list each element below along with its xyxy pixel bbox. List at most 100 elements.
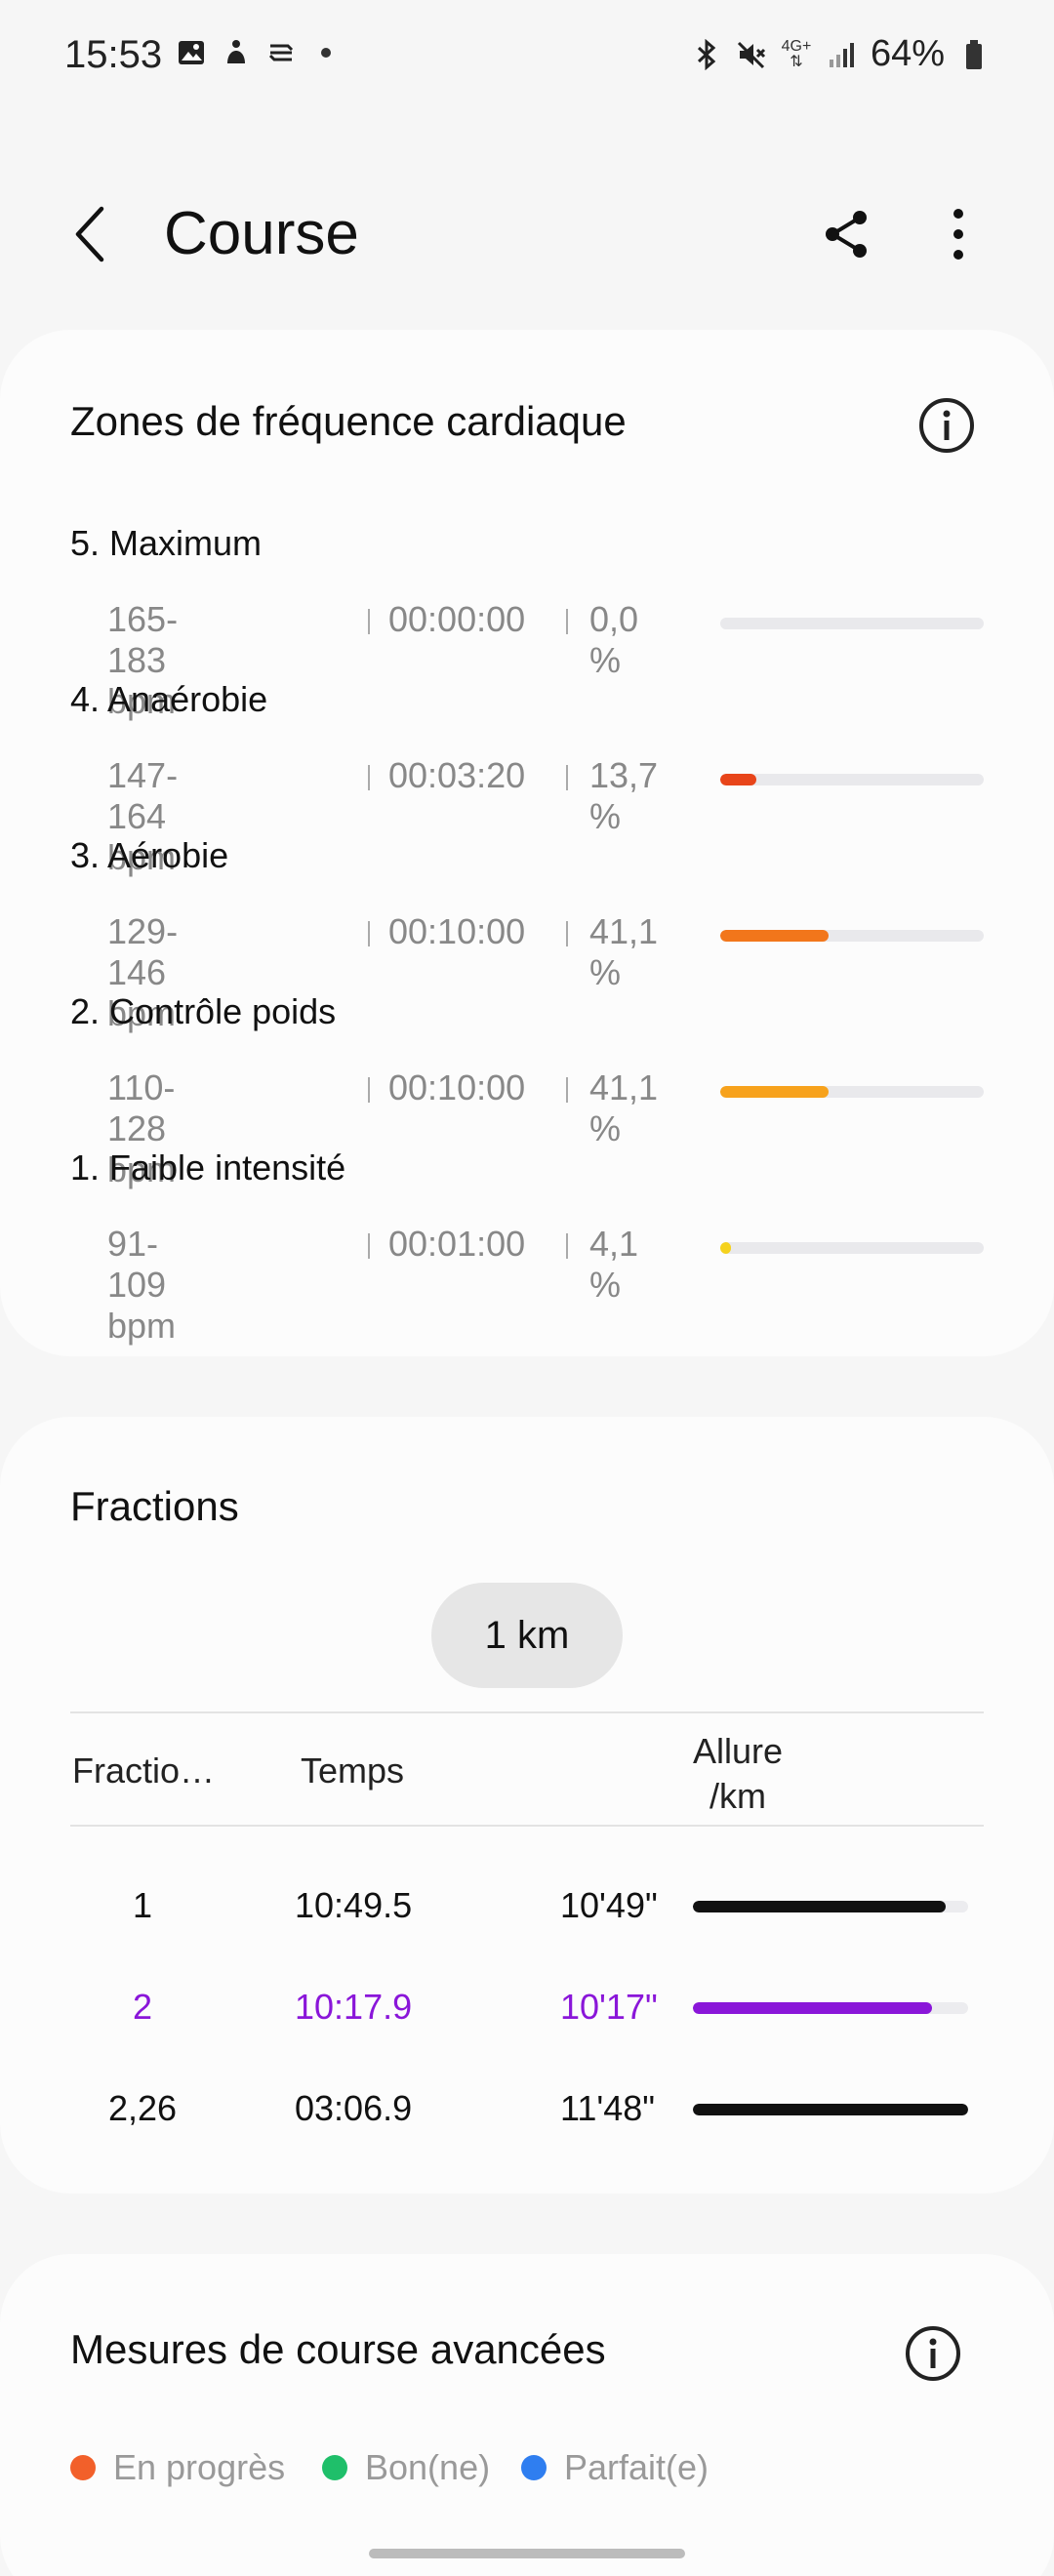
legend-dot [521, 2455, 547, 2480]
zone-name: 4. Anaérobie [70, 679, 268, 719]
hr-zones-card: Zones de fréquence cardiaque 5. Maximum … [0, 330, 1054, 1356]
gallery-icon [176, 37, 207, 68]
divider [566, 1077, 568, 1103]
zone-progress-fill [720, 1242, 732, 1254]
divider [566, 765, 568, 790]
legend-dot [322, 2455, 347, 2480]
info-icon [906, 2326, 960, 2381]
pace-bar [693, 1901, 968, 1912]
zone-progress-fill [720, 774, 756, 785]
legend-label: Bon(ne) [365, 2447, 491, 2487]
split-time: 03:06.9 [295, 2088, 413, 2128]
hr-zones-title: Zones de fréquence cardiaque [70, 398, 627, 444]
divider [368, 765, 370, 790]
split-pace: 10'17" [560, 1987, 658, 2027]
sync-icon [265, 37, 297, 68]
zone-progress-bar [720, 618, 984, 629]
more-options-button[interactable] [929, 205, 988, 263]
zone-percent: 4,1 % [589, 1224, 639, 1305]
divider [368, 1077, 370, 1103]
split-time: 10:49.5 [295, 1885, 413, 1925]
divider [566, 921, 568, 946]
zone-progress-bar [720, 774, 984, 785]
zone-percent: 41,1 % [589, 1067, 659, 1148]
pace-bar [693, 2002, 968, 2014]
pace-header-line1: Allure [692, 1731, 784, 1771]
zone-name: 3. Aérobie [70, 835, 229, 875]
divider [566, 1233, 568, 1259]
battery-icon [958, 39, 990, 70]
split-number: 2 [132, 1987, 153, 2027]
network-4g-icon: 4G+ ⇅ [781, 37, 812, 70]
zone-name: 5. Maximum [70, 523, 263, 563]
notification-icons [176, 37, 342, 68]
split-number: 2,26 [107, 2088, 178, 2128]
zone-name: 1. Faible intensité [70, 1147, 346, 1187]
legend-label: En progrès [113, 2447, 286, 2487]
pace-header-line2: /km [709, 1776, 766, 1816]
zone-percent: 41,1 % [589, 911, 659, 992]
zone-progress-bar [720, 1086, 984, 1098]
split-header[interactable]: Fractio… [72, 1751, 215, 1791]
status-time: 15:53 [64, 33, 163, 76]
battery-percent: 64% [870, 33, 945, 74]
pace-bar-fill [693, 2104, 968, 2115]
zone-percent: 13,7 % [589, 755, 659, 836]
activity-icon [221, 37, 252, 68]
divider [566, 609, 568, 634]
time-header: Temps [301, 1751, 405, 1791]
advanced-metrics-card: Mesures de course avancées [0, 2254, 1054, 2576]
legend-item: Parfait(e) [521, 2447, 709, 2488]
back-button[interactable] [59, 203, 121, 265]
legend-label: Parfait(e) [564, 2447, 709, 2487]
pace-bar-fill [693, 1901, 947, 1912]
zone-progress-fill [720, 930, 829, 942]
zone-progress-fill [720, 1086, 829, 1098]
share-icon [826, 211, 867, 258]
pace-header: Allure /km [689, 1729, 787, 1819]
zone-time: 00:10:00 [388, 1067, 526, 1107]
advanced-info-button[interactable] [902, 2322, 964, 2385]
zone-bpm: 91-109 bpm [107, 1224, 177, 1346]
bluetooth-icon [691, 38, 722, 70]
split-pace: 11'48" [560, 2088, 656, 2128]
zone-time: 00:00:00 [388, 599, 526, 639]
status-bar: 15:53 4G+ ⇅ 64% [0, 0, 1054, 117]
chevron-left-icon [75, 206, 104, 262]
advanced-metrics-title: Mesures de course avancées [70, 2326, 606, 2372]
divider [368, 1233, 370, 1259]
system-icons: 4G+ ⇅ 64% [691, 33, 990, 75]
zone-time: 00:10:00 [388, 911, 526, 951]
split-time: 10:17.9 [295, 1987, 413, 2027]
divider [368, 921, 370, 946]
split-number: 1 [132, 1885, 153, 1925]
pace-bar [693, 2104, 968, 2115]
fractions-title: Fractions [70, 1483, 239, 1529]
legend-dot [70, 2455, 96, 2480]
hr-zones-info-button[interactable] [915, 394, 978, 457]
zone-progress-bar [720, 1242, 984, 1254]
split-pace: 10'49" [560, 1885, 658, 1925]
zone-time: 00:01:00 [388, 1224, 526, 1264]
zone-name: 2. Contrôle poids [70, 991, 337, 1031]
more-vertical-icon [953, 209, 963, 260]
divider [70, 1711, 984, 1713]
divider [368, 609, 370, 634]
signal-icon [826, 39, 857, 70]
distance-chip[interactable]: 1 km [431, 1583, 623, 1688]
pace-bar-fill [693, 2002, 933, 2014]
legend-item: En progrès [70, 2447, 285, 2488]
share-button[interactable] [818, 205, 876, 263]
app-bar: Course [0, 176, 1054, 293]
page-title: Course [164, 200, 359, 267]
fractions-card: Fractions [0, 1417, 1054, 2194]
info-icon [919, 398, 974, 453]
zone-time: 00:03:20 [388, 755, 526, 795]
mute-icon [736, 39, 767, 70]
divider [70, 1825, 984, 1827]
dot-icon [310, 37, 342, 68]
zone-percent: 0,0 % [589, 599, 639, 680]
home-indicator[interactable] [369, 2549, 685, 2558]
legend-item: Bon(ne) [322, 2447, 490, 2488]
zone-progress-bar [720, 930, 984, 942]
